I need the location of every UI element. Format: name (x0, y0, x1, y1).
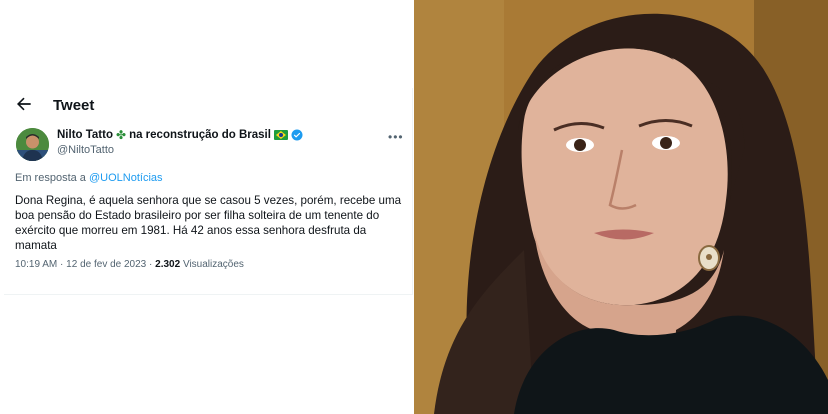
four-leaf-clover-icon: ✤ (116, 128, 127, 142)
back-arrow-icon[interactable] (14, 94, 34, 114)
tweet-date[interactable]: 12 de fev de 2023 (66, 259, 146, 270)
views-count: 2.302 (155, 259, 181, 270)
verified-badge-icon (291, 129, 303, 141)
portrait-photo (414, 0, 828, 414)
page-title: Tweet (53, 97, 95, 114)
tweet-card: Tweet Nilto Tatto ✤ na reconstrução do B… (4, 88, 413, 295)
tweet-header: Tweet (4, 88, 412, 124)
author-name[interactable]: Nilto Tatto ✤ na reconstrução do Brasil (57, 128, 303, 142)
author-handle[interactable]: @NiltoTatto (57, 144, 114, 156)
views-label: Visualizações (182, 259, 244, 270)
reply-mention-link[interactable]: @UOLNotícias (89, 172, 163, 184)
tweet-text: Dona Regina, é aquela senhora que se cas… (15, 194, 402, 252)
tweet-time[interactable]: 10:19 AM (15, 259, 57, 270)
tweet-screenshot-panel: Tweet Nilto Tatto ✤ na reconstrução do B… (0, 0, 414, 414)
meta-separator: · (60, 259, 64, 270)
brazil-flag-icon (273, 130, 288, 140)
reply-prefix: Em resposta a (15, 172, 86, 184)
portrait-illustration (414, 0, 828, 414)
meta-separator-2: · (149, 259, 153, 270)
avatar[interactable] (16, 128, 49, 161)
author-name-suffix: na reconstrução do Brasil (129, 129, 271, 141)
more-options-icon[interactable]: ••• (388, 130, 404, 144)
author-display-name: Nilto Tatto (57, 129, 113, 141)
tweet-meta: 10:19 AM · 12 de fev de 2023 · 2.302 Vis… (15, 259, 244, 270)
reply-context: Em resposta a @UOLNotícias (15, 172, 163, 184)
